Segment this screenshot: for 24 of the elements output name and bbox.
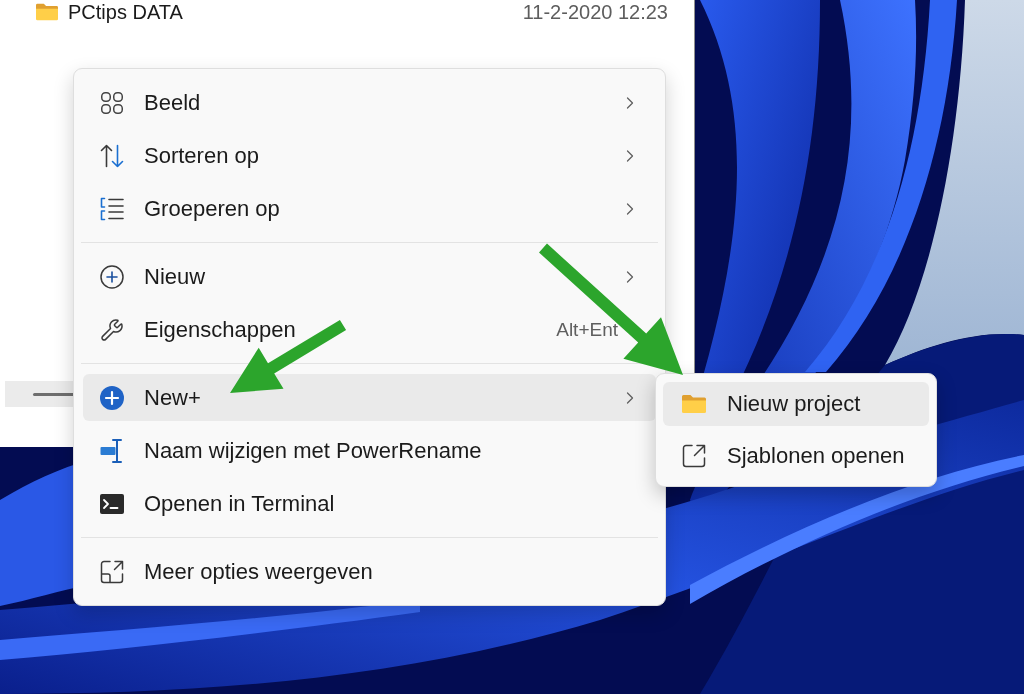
menu-item[interactable]: Nieuw project <box>663 382 929 426</box>
plus-circle-icon <box>100 264 124 289</box>
file-name: PCtips DATA <box>68 1 183 23</box>
grid-icon <box>100 90 124 115</box>
menu-item[interactable]: Naam wijzigen met PowerRename <box>83 436 484 465</box>
plus-circle-icon <box>100 385 124 410</box>
folder-icon <box>682 392 706 416</box>
menu-item[interactable]: Eigenschappen <box>83 315 298 344</box>
text-cursor-icon <box>100 438 124 463</box>
menu-item[interactable]: Sjablonen openen <box>663 434 929 478</box>
folder-icon <box>36 1 58 23</box>
sort-arrows-icon <box>100 143 124 168</box>
shortcut-text: Alt+Ent <box>556 317 618 342</box>
menu-item[interactable]: Sorteren op <box>83 141 261 170</box>
scrollbar-thumb[interactable] <box>33 392 73 396</box>
file-date: 11-2-2020 12:23 <box>522 1 668 23</box>
arrow-icon <box>539 243 683 375</box>
menu-item[interactable]: Nieuw <box>83 262 208 291</box>
external-link-icon <box>682 444 706 468</box>
list-icon <box>100 196 124 221</box>
wrench-icon <box>100 317 124 342</box>
menu-item[interactable]: Beeld <box>83 88 203 117</box>
menu-item[interactable]: Groeperen op <box>83 194 282 223</box>
menu-item[interactable]: New+ <box>83 374 656 421</box>
